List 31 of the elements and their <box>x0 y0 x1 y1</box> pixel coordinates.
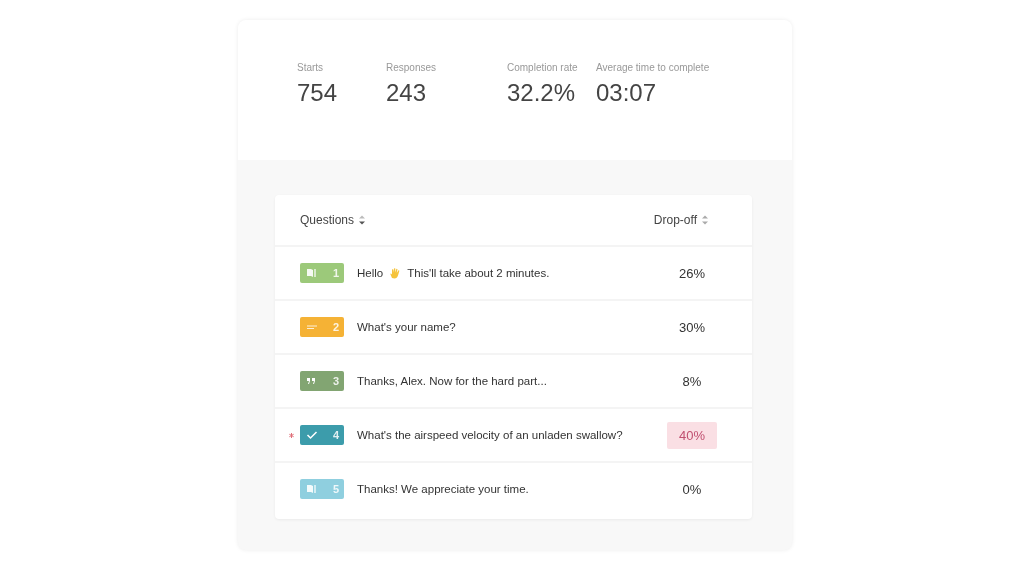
dropoff-value: 0% <box>681 480 703 499</box>
dropoff-sort-button[interactable]: Drop-off <box>653 213 708 227</box>
question-text: This'll take about 2 minutes. <box>407 267 550 279</box>
question-type-badge: 3 <box>300 371 344 391</box>
stat-value: 754 <box>297 79 338 107</box>
question-row[interactable]: 1 Hello This'll take about 2 minutes. 26% <box>275 247 752 301</box>
stat-value: 243 <box>386 79 427 107</box>
dropoff-value: 30% <box>678 318 706 337</box>
question-row[interactable]: 5 Thanks! We appreciate your time. 0% <box>275 463 752 515</box>
question-type-badge: 2 <box>300 317 344 337</box>
question-type-badge: 1 <box>300 263 344 283</box>
stat-label: Average time to complete <box>596 62 710 73</box>
dropoff-value: 40% <box>667 421 717 449</box>
question-text: Hello <box>357 267 384 279</box>
stat-value: 32.2% <box>507 79 576 107</box>
question-row[interactable]: 2 What's your name? 30% <box>275 301 752 355</box>
stat-label: Starts <box>297 62 324 73</box>
questions-sort-button[interactable]: Questions <box>300 213 366 227</box>
question-text: What's the airspeed velocity of an unladen swallow? <box>357 429 623 441</box>
question-text: What's your name? <box>357 321 456 333</box>
stat-label: Completion rate <box>507 62 578 73</box>
question-type-badge: 4 <box>300 425 344 445</box>
question-row[interactable]: 4 What's the airspeed velocity of an unladen swallow? 40% <box>275 409 752 463</box>
question-type-badge: 5 <box>300 479 344 499</box>
dropoff-value: 26% <box>678 264 706 283</box>
stat-value: 03:07 <box>596 79 657 107</box>
dropoff-value: 8% <box>681 372 703 391</box>
question-text: Thanks! We appreciate your time. <box>357 483 529 495</box>
stat-label: Responses <box>386 62 437 73</box>
question-row[interactable]: 3 Thanks, Alex. Now for the hard part... 8% <box>275 355 752 409</box>
question-text: Thanks, Alex. Now for the hard part... <box>357 375 547 387</box>
